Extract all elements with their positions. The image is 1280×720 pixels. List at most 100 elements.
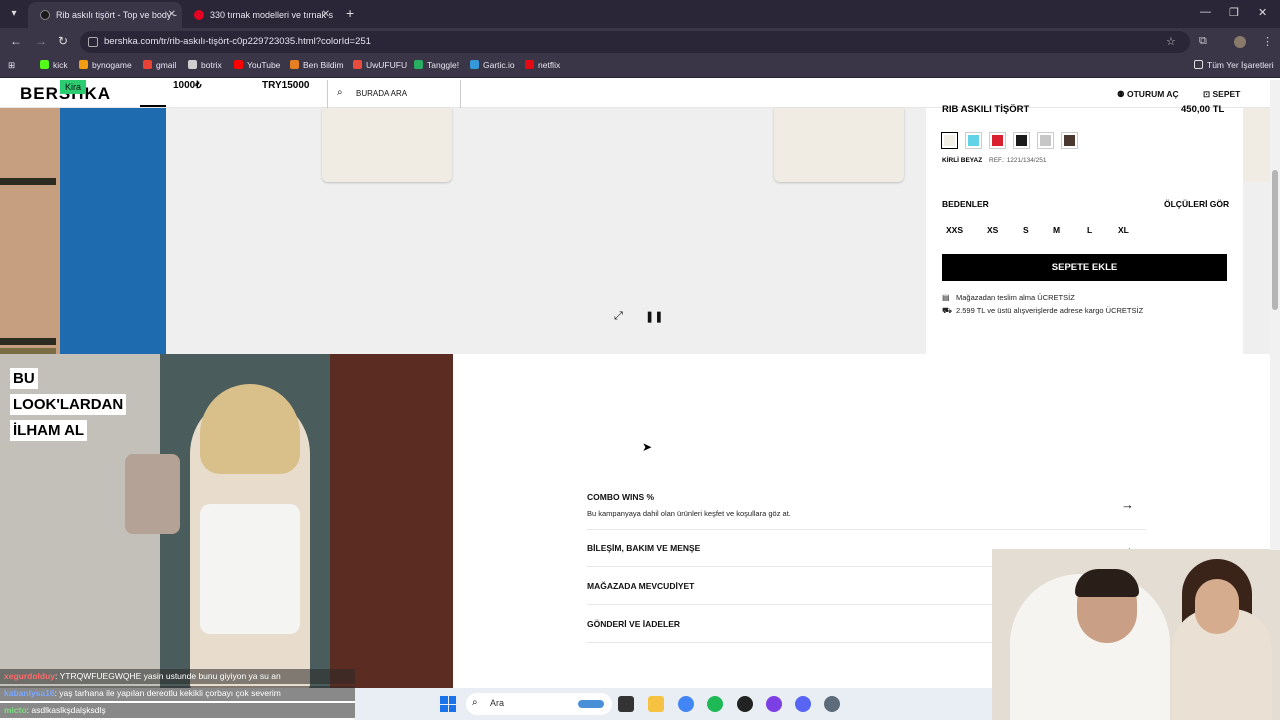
tab-title: 330 tırnak modelleri ve tırnak s [210,10,334,20]
color-swatch[interactable] [941,132,958,149]
tab-search-icon[interactable]: ▾ [6,6,22,22]
close-icon[interactable]: ✕ [168,2,176,28]
bookmark-bynogame[interactable]: bynogame [79,60,132,70]
close-icon[interactable]: ✕ [322,2,330,28]
size-option[interactable]: S [1023,225,1029,235]
color-swatch[interactable] [989,132,1006,149]
pause-icon[interactable]: ❚❚ [645,310,663,323]
product-image[interactable] [322,108,452,182]
shipping-store-pickup: ▤ Mağazadan teslim alma ÜCRETSİZ [942,293,1075,302]
discord-icon[interactable] [795,696,811,712]
chat-message: xegurdolduy: YTRQWFUEGWQHE yasin ustunde… [0,669,355,684]
restore-icon[interactable]: ❐ [1229,6,1239,19]
color-swatch[interactable] [1037,132,1054,149]
search-icon: ⌕ [337,87,343,98]
product-image[interactable] [774,108,904,182]
address-toolbar: ← → ↻ bershka.com/tr/rib-askılı-tişört-c… [0,28,1280,56]
ben-bildim-icon [290,60,299,69]
profile-avatar[interactable] [1234,36,1246,48]
url-bar[interactable]: bershka.com/tr/rib-askılı-tişört-c0p2297… [80,31,1190,53]
new-tab-button[interactable]: + [346,5,354,21]
size-option[interactable]: XXS [946,225,963,235]
product-image-left[interactable] [0,108,166,354]
search-placeholder: BURADA ARA [356,89,408,98]
tab-bershka[interactable]: Rib askılı tişört - Top ve body - ✕ [28,2,182,28]
product-ref: REF.: 1221/134/251 [989,157,1047,164]
chrome-icon[interactable] [678,696,694,712]
accordion-combo-wins[interactable]: COMBO WINS % Bu kampanyaya dahil olan ür… [587,492,1146,530]
product-gallery [166,108,926,354]
task-view-icon[interactable] [618,696,634,712]
bookmark-netflix[interactable]: netflix [525,60,560,70]
sizes-label: BEDENLER [942,199,989,209]
back-icon[interactable]: ← [10,34,22,48]
twitch-icon[interactable] [766,696,782,712]
bookmark-uwufufu[interactable]: UwUFUFU [353,60,407,70]
tab-title: Rib askılı tişört - Top ve body - [56,10,177,20]
product-image-right-shirt [1243,108,1270,182]
site-search[interactable]: ⌕ BURADA ARA [327,80,461,108]
product-price: 450,00 TL [1181,104,1225,115]
airplane-widget-icon[interactable] [578,700,604,708]
gmail-icon [143,60,152,69]
store-icon: ▤ [942,293,950,302]
bookmark-kick[interactable]: kick [40,60,68,70]
shipping-free-delivery: ⛟ 2.599 TL ve üstü alışverişlerde adrese … [942,306,1144,315]
chat-message: kabanlysa16: yaş tarhana ile yapılan der… [0,686,355,701]
fullscreen-icon[interactable]: ⤢ [614,310,623,323]
bookmark-botrix[interactable]: botrix [188,60,222,70]
file-explorer-icon[interactable] [648,696,664,712]
menu-icon[interactable]: ⋮ [1262,35,1273,48]
bookmark-youtube[interactable]: YouTube [234,60,280,70]
tanggle-icon [414,60,423,69]
look-heading-line: İLHAM AL [10,420,88,441]
color-swatch[interactable] [1013,132,1030,149]
bookmark-gmail[interactable]: gmail [143,60,176,70]
folder-icon [1194,60,1203,69]
size-option[interactable]: XL [1118,225,1129,235]
reload-icon[interactable]: ↻ [58,34,68,48]
cart-link[interactable]: ⊡ SEPET [1203,89,1240,100]
page-scrollbar[interactable] [1270,80,1280,550]
swatch-fill [968,135,979,146]
bookmark-gartic[interactable]: Gartic.io [470,60,515,70]
windows-start-icon[interactable] [440,696,456,712]
spotify-icon[interactable] [707,696,723,712]
bookmark-tanggle[interactable]: Tanggle! [414,60,459,70]
all-bookmarks[interactable]: Tüm Yer İşaretleri [1194,60,1274,70]
tab-pinterest[interactable]: 330 tırnak modelleri ve tırnak s ✕ [182,2,336,28]
size-option[interactable]: L [1087,225,1092,235]
gartic-icon [470,60,479,69]
settings-gear-icon[interactable] [824,696,840,712]
color-swatch[interactable] [1061,132,1078,149]
search-icon: ⌕ [472,697,478,708]
color-swatch[interactable] [965,132,982,149]
truck-icon: ⛟ [942,306,953,315]
site-info-icon[interactable] [88,37,98,47]
apps-grid-icon[interactable]: ⊞ [8,60,15,71]
uwufufu-icon [353,60,362,69]
extensions-icon[interactable]: ⧉ [1199,35,1207,48]
arrow-right-icon: → [1121,497,1134,512]
bookmarks-bar: ⊞ kick bynogame gmail botrix YouTube Ben… [0,56,1280,78]
size-option[interactable]: XS [987,225,998,235]
mouse-cursor-icon: ➤ [642,440,653,454]
netflix-icon [525,60,534,69]
add-to-cart-button[interactable]: SEPETE EKLE [942,254,1227,281]
overlay-amount-2: TRY15000 [262,80,310,91]
login-link[interactable]: ⚉ OTURUM AÇ [1117,89,1179,100]
size-guide-link[interactable]: ÖLÇÜLERİ GÖR [1164,199,1229,209]
look-heading-line: BU [10,368,38,389]
scrollbar-thumb[interactable] [1272,170,1278,310]
swatch-fill [992,135,1003,146]
obs-icon[interactable] [737,696,753,712]
bookmark-star-icon[interactable]: ☆ [1166,35,1176,48]
size-option[interactable]: M [1053,225,1060,235]
minimize-icon[interactable]: — [1200,6,1211,18]
close-window-icon[interactable]: ✕ [1258,6,1267,19]
pinterest-favicon-icon [194,10,204,20]
forward-icon[interactable]: → [35,34,47,48]
product-title: RIB ASKILI TİŞÖRT [942,104,1030,115]
bookmark-ben-bildim[interactable]: Ben Bildim [290,60,344,70]
overlay-underline [140,105,166,107]
